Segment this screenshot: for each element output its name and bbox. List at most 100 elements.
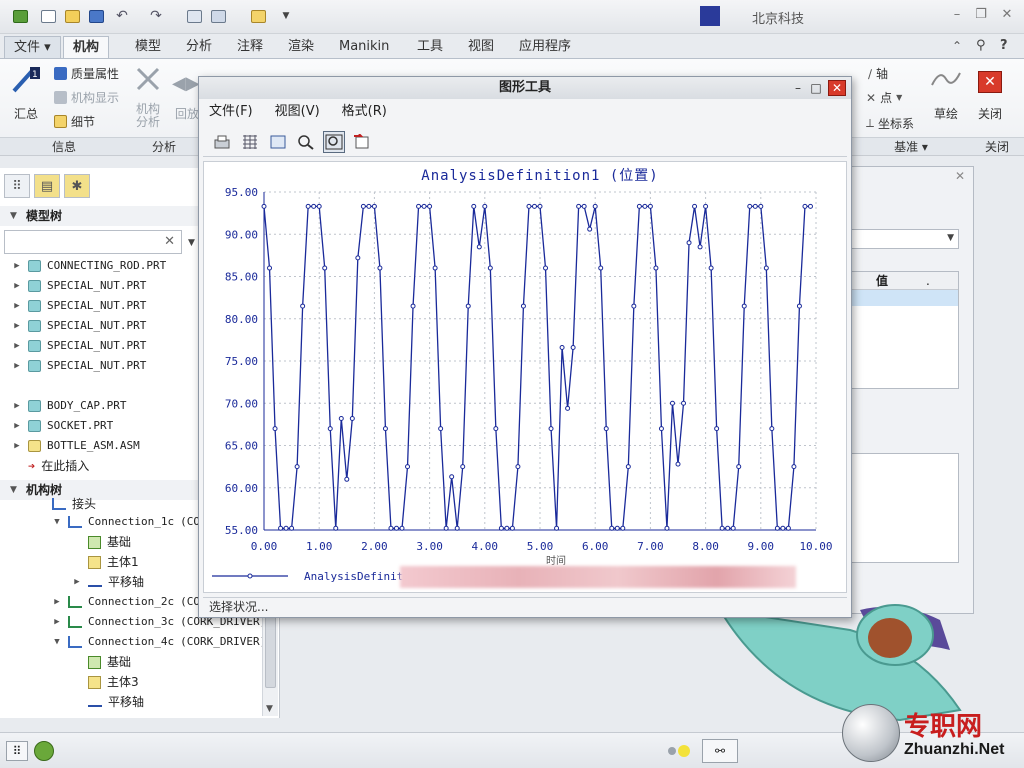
tree-item[interactable]: ▶ SPECIAL_NUT.PRT: [12, 316, 146, 336]
mech-analysis-button[interactable]: 机构 分析: [136, 103, 160, 129]
tree-filter-input[interactable]: ✕: [4, 230, 182, 254]
favorites-tab-icon[interactable]: ✱: [64, 174, 90, 198]
dialog-select[interactable]: ▼: [847, 229, 959, 249]
value-table[interactable]: 值.: [847, 271, 959, 389]
csys-button[interactable]: ⟂ 坐标系: [866, 115, 914, 132]
browser-toggle-icon[interactable]: [34, 741, 54, 761]
clear-filter-icon[interactable]: ✕: [164, 234, 175, 249]
translation-axis-item[interactable]: 平移轴: [88, 692, 144, 712]
window-icon[interactable]: [208, 7, 228, 25]
menu-view[interactable]: 视图(V): [275, 101, 320, 123]
point-button[interactable]: ✕ 点 ▼: [866, 89, 902, 106]
sketch-icon[interactable]: [930, 67, 962, 91]
new-icon[interactable]: [38, 7, 58, 25]
search-icon[interactable]: ⚲: [976, 38, 986, 53]
body-item[interactable]: 主体3: [88, 672, 139, 692]
redo-icon[interactable]: ↷: [146, 7, 166, 25]
joints-group[interactable]: 接头: [52, 494, 96, 514]
close-button[interactable]: 关闭: [978, 105, 1002, 122]
connection-item[interactable]: ▼ Connection_4c (CORK_DRIVER): [52, 632, 266, 652]
details-button[interactable]: 细节: [54, 113, 95, 130]
axis-button[interactable]: ∕ 轴: [868, 65, 888, 82]
data-point: [333, 525, 339, 531]
tree-toggle-icon[interactable]: ⠿: [6, 741, 28, 761]
folder-icon[interactable]: [248, 7, 268, 25]
data-point: [272, 426, 278, 432]
dialog-panel: [847, 453, 959, 563]
graph-minimize-icon[interactable]: –: [790, 80, 806, 96]
tab-mechanism[interactable]: 机构: [63, 36, 110, 58]
tree-item[interactable]: ▶ SPECIAL_NUT.PRT: [12, 296, 146, 316]
tab-applications[interactable]: 应用程序: [510, 36, 580, 58]
translation-axis-item[interactable]: ▶ 平移轴: [72, 572, 144, 592]
plot-area[interactable]: AnalysisDefinition1 (位置) 55.00 60.00 65.00 7…: [203, 161, 847, 593]
insert-here-item[interactable]: ➔ 在此插入: [12, 456, 89, 476]
minimize-icon[interactable]: –: [948, 8, 966, 22]
tree-item[interactable]: ▶ SPECIAL_NUT.PRT: [12, 276, 146, 296]
mechanism-display-button[interactable]: 机构显示: [54, 89, 119, 106]
close-window-icon[interactable]: ✕: [998, 8, 1016, 22]
playback-button[interactable]: 回放: [175, 105, 199, 122]
tab-file[interactable]: 文件 ▾: [4, 36, 61, 58]
legend-label: AnalysisDefiniti: [304, 570, 410, 583]
graph-close-button[interactable]: ✕: [828, 80, 846, 96]
data-point: [598, 265, 604, 271]
tab-annotate[interactable]: 注释: [228, 36, 272, 58]
tab-render[interactable]: 渲染: [279, 36, 323, 58]
data-point: [587, 226, 593, 232]
filter-dropdown-icon[interactable]: ▼: [188, 238, 195, 248]
model-tree-tab-icon[interactable]: ⠿: [4, 174, 30, 198]
collapse-ribbon-icon[interactable]: ⌃: [952, 39, 962, 53]
app-icon[interactable]: [10, 7, 30, 25]
tree-item[interactable]: ▶ SPECIAL_NUT.PRT: [12, 336, 146, 356]
close-icon[interactable]: ✕: [978, 71, 1002, 93]
playback-icon[interactable]: ◀▶: [172, 73, 200, 94]
customize-icon[interactable]: ▼: [276, 7, 296, 25]
save-icon[interactable]: [86, 7, 106, 25]
tree-item[interactable]: ▶ BOTTLE_ASM.ASM: [12, 436, 140, 456]
tree-item[interactable]: ▶ CONNECTING_ROD.PRT: [12, 256, 166, 276]
connection-icon: [68, 516, 82, 528]
tree-item[interactable]: ▶ SOCKET.PRT: [12, 416, 113, 436]
undo-icon[interactable]: ↶: [112, 7, 132, 25]
open-icon[interactable]: [62, 7, 82, 25]
format-icon[interactable]: [351, 131, 373, 153]
tab-analysis[interactable]: 分析: [177, 36, 221, 58]
menu-format[interactable]: 格式(R): [342, 101, 387, 123]
summary-button[interactable]: 汇总: [14, 105, 38, 122]
tab-tools[interactable]: 工具: [408, 36, 452, 58]
tab-manikin[interactable]: Manikin: [330, 36, 398, 58]
ground-item[interactable]: 基础: [88, 652, 131, 672]
restore-icon[interactable]: ❐: [972, 8, 990, 22]
mass-properties-button[interactable]: 质量属性: [54, 65, 119, 82]
regenerate-icon[interactable]: [184, 7, 204, 25]
graph-window-title[interactable]: 图形工具: [199, 77, 851, 99]
mech-analysis-icon[interactable]: [134, 65, 162, 93]
sketch-button[interactable]: 草绘: [934, 105, 958, 122]
legend-marker: [247, 573, 253, 579]
summary-icon[interactable]: 1: [10, 65, 42, 95]
tree-item[interactable]: ▶ SPECIAL_NUT.PRT: [12, 356, 146, 376]
dialog-close-icon[interactable]: ✕: [955, 169, 965, 183]
binoculars-icon[interactable]: ⚯: [702, 739, 738, 763]
print-icon[interactable]: [211, 131, 233, 153]
body-item[interactable]: 主体1: [88, 552, 139, 572]
tree-item[interactable]: ▶ BODY_CAP.PRT: [12, 396, 126, 416]
graph-maximize-icon[interactable]: □: [808, 80, 824, 96]
connection-item[interactable]: ▶ Connection_2c (COR: [52, 592, 207, 612]
tab-view[interactable]: 视图: [459, 36, 503, 58]
tab-model[interactable]: 模型: [126, 36, 170, 58]
ground-item[interactable]: 基础: [88, 532, 131, 552]
menu-file[interactable]: 文件(F): [209, 101, 253, 123]
scroll-down-icon[interactable]: ▼: [266, 704, 273, 714]
export-icon[interactable]: [267, 131, 289, 153]
line-chart[interactable]: AnalysisDefinition1 (位置) 55.00 60.00 65.00 7…: [204, 162, 848, 594]
zoom-in-icon[interactable]: [295, 131, 317, 153]
help-icon[interactable]: ?: [1000, 38, 1008, 53]
connection-item[interactable]: ▼ Connection_1c (CORK: [52, 512, 213, 532]
grid-toggle-icon[interactable]: [239, 131, 261, 153]
data-point: [570, 344, 576, 350]
refit-icon[interactable]: [323, 130, 345, 153]
table-row[interactable]: [848, 290, 958, 306]
folder-browser-tab-icon[interactable]: ▤: [34, 174, 60, 198]
